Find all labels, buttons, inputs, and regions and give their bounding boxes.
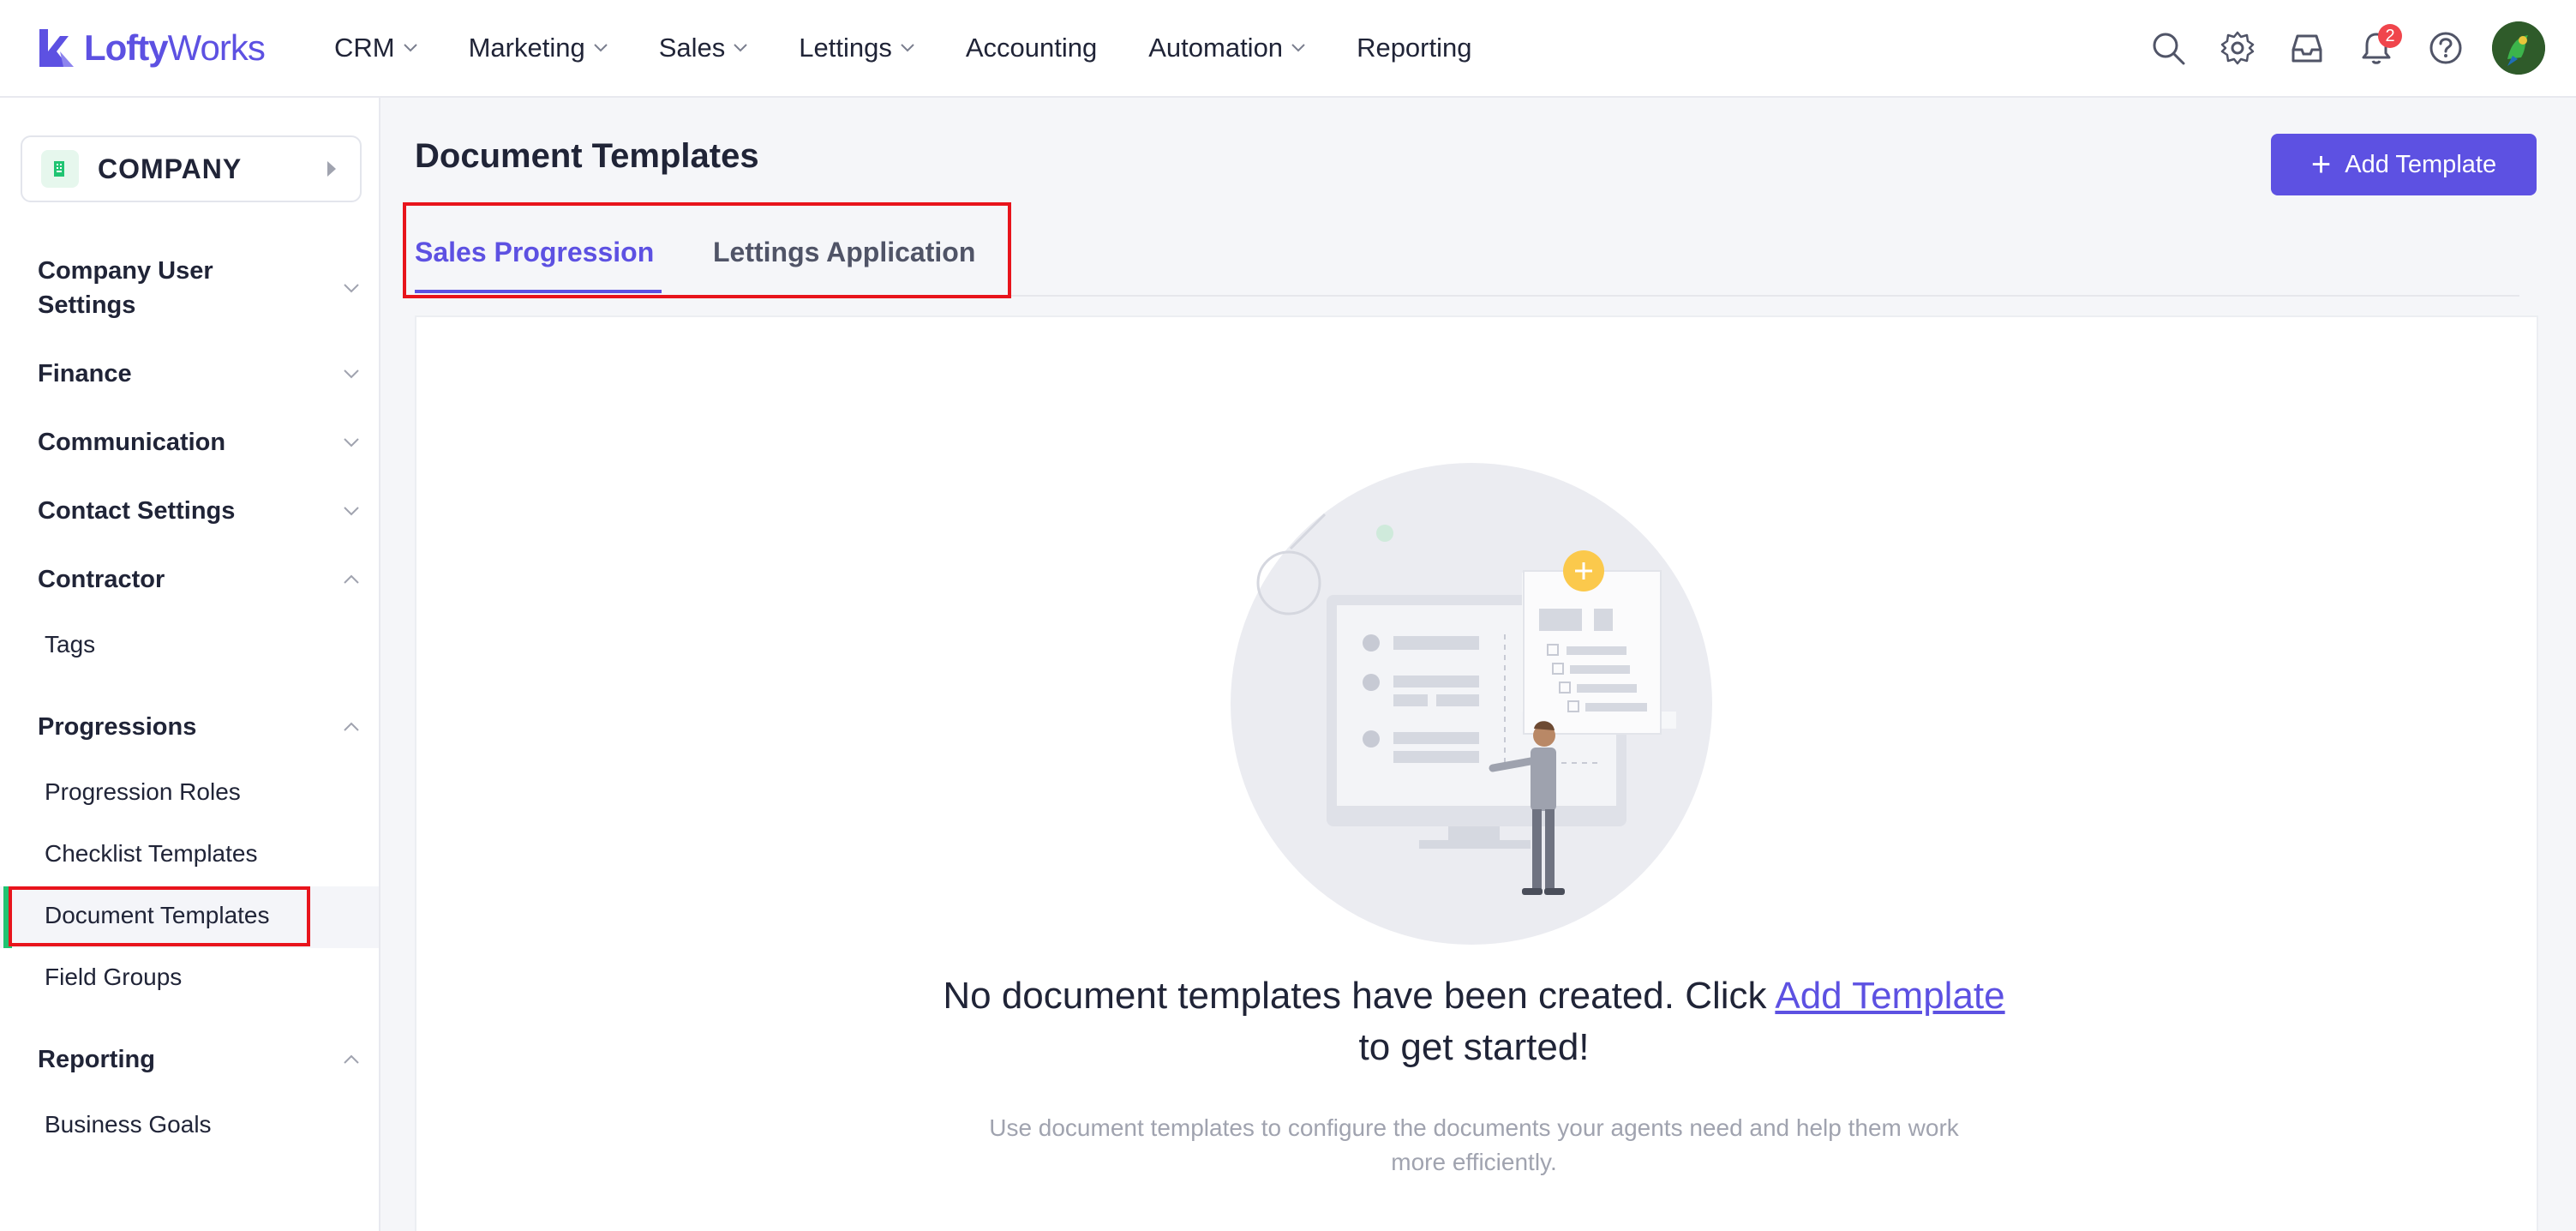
chevron-down-icon [344,369,359,379]
chevron-down-icon [344,438,359,447]
sidebar-section-progressions[interactable]: Progressions [38,710,360,744]
chevron-down-icon [734,44,747,52]
chevron-down-icon [403,44,417,52]
sidebar-section-label: Progressions [38,713,197,741]
chevron-down-icon [344,284,359,293]
logo-text: LoftyWorks [84,27,266,68]
sidebar-section-reporting[interactable]: Reporting [38,1042,360,1077]
sidebar-item-progression-roles[interactable]: Progression Roles [45,778,241,806]
empty-title-prefix: No document templates have been created.… [943,975,1776,1017]
empty-state-subtitle: Use document templates to configure the … [989,1114,1959,1175]
search-icon[interactable] [2148,27,2189,69]
chevron-down-icon [901,44,914,52]
nav-accounting[interactable]: Accounting [966,33,1097,63]
sidebar-section-label: Reporting [38,1046,155,1073]
notification-badge: 2 [2378,24,2402,48]
sidebar-section-company-user-settings[interactable]: Company User Settings [38,254,360,322]
building-icon [41,150,79,188]
plus-icon: + [2310,146,2332,183]
sidebar-section-label: Communication [38,429,226,456]
empty-title-suffix: to get started! [1358,1026,1590,1068]
nav-sales[interactable]: Sales [659,33,748,63]
nav-utilities: 2 [2119,19,2545,77]
empty-state-title: No document templates have been created.… [943,970,2005,1073]
chevron-down-icon [594,44,608,52]
sidebar-section-finance[interactable]: Finance [38,357,360,391]
nav-reporting[interactable]: Reporting [1357,33,1471,63]
chevron-down-icon [344,507,359,516]
sidebar-section-communication[interactable]: Communication [38,425,360,459]
sidebar-section-label: Company User Settings [38,257,213,319]
sidebar-item-tags[interactable]: Tags [45,631,95,658]
company-switcher[interactable]: COMPANY [21,135,362,202]
nav-lettings[interactable]: Lettings [799,33,914,63]
nav-automation[interactable]: Automation [1148,33,1305,63]
top-navigation-bar: LoftyWorks CRM Marketing Sales Lettings … [0,0,2576,98]
page-title: Document Templates [415,137,759,175]
chevron-up-icon [344,1054,359,1064]
user-avatar[interactable] [2492,21,2545,75]
bell-icon[interactable]: 2 [2356,24,2402,69]
main-nav: CRM Marketing Sales Lettings Accounting … [334,26,1523,70]
logo-mark-icon [39,29,74,67]
add-template-label: Add Template [2345,150,2497,178]
nav-crm[interactable]: CRM [334,33,417,63]
sidebar-section-label: Contact Settings [38,497,236,525]
help-icon[interactable] [2425,27,2466,69]
company-label: COMPANY [98,153,243,184]
gear-icon[interactable] [2217,27,2258,69]
inbox-icon[interactable] [2286,27,2327,69]
chevron-down-icon [1291,44,1305,52]
highlight-box-tabs [403,202,1011,298]
nav-marketing[interactable]: Marketing [469,33,608,63]
add-template-button[interactable]: + Add Template [2271,134,2537,195]
empty-state-illustration [1231,463,1712,945]
sidebar-item-business-goals[interactable]: Business Goals [45,1111,212,1138]
chevron-up-icon [344,574,359,584]
highlight-box-sidebar [9,886,310,946]
caret-right-icon [327,161,336,177]
add-template-link[interactable]: Add Template [1775,975,2004,1017]
loftyworks-logo[interactable]: LoftyWorks [34,26,266,70]
sidebar-item-field-groups[interactable]: Field Groups [45,964,182,991]
sidebar-section-contact-settings[interactable]: Contact Settings [38,494,360,528]
sidebar-section-contractor[interactable]: Contractor [38,562,360,597]
sidebar-section-label: Finance [38,360,132,387]
sidebar-section-label: Contractor [38,566,165,593]
sidebar-item-checklist-templates[interactable]: Checklist Templates [45,840,257,868]
chevron-up-icon [344,722,359,731]
